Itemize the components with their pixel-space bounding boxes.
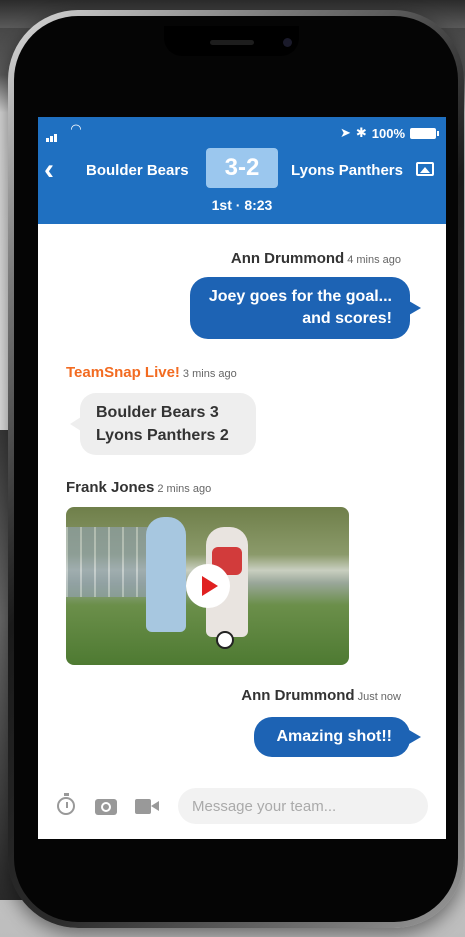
outgoing-message-bubble[interactable]: Amazing shot!! [254, 717, 421, 757]
message-sender-live: TeamSnap Live! 3 mins ago [66, 364, 237, 381]
status-bar: ◠ ➤ ✱ 100% [38, 121, 446, 142]
location-arrow-icon: ➤ [339, 125, 351, 140]
wifi-icon: ◠ [71, 121, 81, 136]
message-timestamp: 2 mins ago [157, 483, 212, 495]
message-sender: Frank Jones 2 mins ago [66, 479, 211, 496]
score-badge: 3-2 [206, 148, 278, 188]
speaker-grille [210, 40, 254, 45]
away-team-name: Lyons Panthers [291, 162, 403, 179]
play-icon[interactable] [186, 564, 230, 608]
sender-name: Frank Jones [66, 479, 155, 496]
game-header: ◠ ➤ ✱ 100% ‹ Boulder Bears 3-2 Lyons Pan… [38, 117, 446, 224]
image-icon[interactable] [416, 162, 434, 176]
outgoing-message-bubble[interactable]: Joey goes for the goal... and scores! [190, 277, 421, 339]
incoming-message-bubble[interactable]: Boulder Bears 3 Lyons Panthers 2 [70, 393, 256, 455]
sender-name: Ann Drummond [230, 250, 345, 267]
signal-icon [46, 127, 58, 142]
battery-percent: 100% [371, 125, 405, 141]
message-line: and scores! [302, 310, 392, 327]
message-line: Lyons Panthers 2 [96, 427, 229, 444]
bluetooth-icon: ✱ [355, 125, 367, 140]
message-composer [38, 780, 446, 830]
message-sender: Ann Drummond 4 mins ago [231, 250, 401, 267]
message-line: Boulder Bears 3 [96, 404, 219, 421]
message-line: Joey goes for the goal... [208, 288, 392, 305]
message-timestamp: Just now [357, 691, 401, 703]
stopwatch-icon[interactable] [57, 793, 75, 815]
back-chevron-icon[interactable]: ‹ [44, 155, 54, 185]
message-sender: Ann Drummond Just now [241, 687, 401, 704]
message-line: Amazing shot!! [276, 728, 392, 745]
status-right: ➤ ✱ 100% [339, 125, 439, 141]
app-screen: ◠ ➤ ✱ 100% ‹ Boulder Bears 3-2 Lyons Pan… [38, 117, 446, 839]
soccer-ball-icon [216, 631, 234, 649]
front-camera [283, 38, 292, 47]
game-period-clock: 1st · 8:23 [211, 197, 273, 213]
camera-icon[interactable] [95, 799, 117, 815]
video-thumbnail-player [146, 517, 186, 632]
message-input[interactable] [178, 788, 428, 824]
message-timestamp: 3 mins ago [182, 368, 237, 380]
battery-icon [410, 127, 439, 139]
video-camera-icon[interactable] [135, 799, 159, 814]
sender-name: TeamSnap Live! [66, 364, 180, 381]
message-timestamp: 4 mins ago [347, 254, 401, 266]
home-team-name: Boulder Bears [86, 162, 189, 179]
video-attachment[interactable] [66, 507, 349, 665]
sender-name: Ann Drummond [241, 687, 355, 704]
